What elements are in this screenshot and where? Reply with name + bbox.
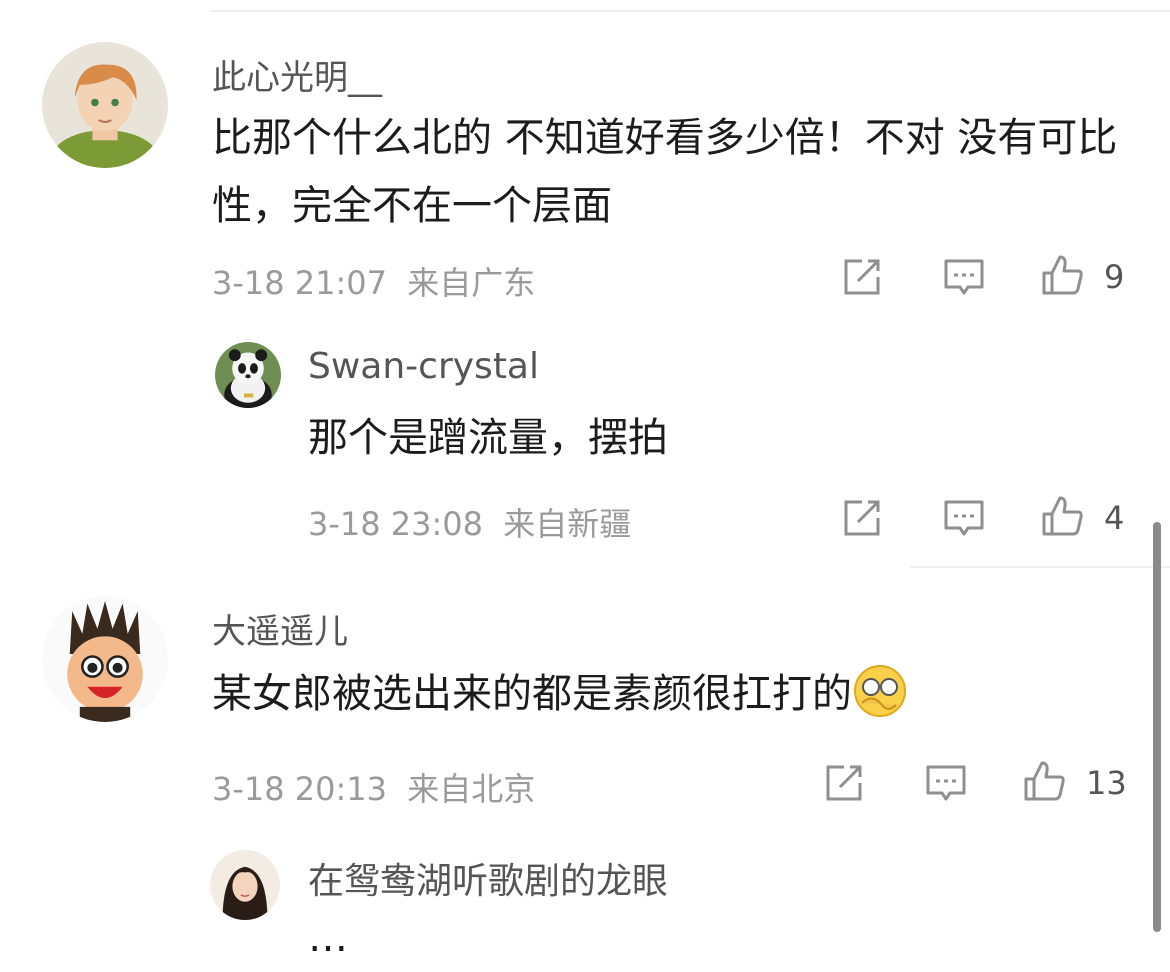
comment-2-username[interactable]: 大遥遥儿 [212, 604, 348, 653]
reply-1-location: 来自新疆 [503, 505, 632, 543]
comment-2-text: 某女郎被选出来的都是素颜很扛打的 [212, 671, 852, 717]
comment-icon [944, 500, 984, 536]
reply-1-time: 3-18 23:08 [308, 505, 484, 543]
avatar-reply-1[interactable] [215, 342, 281, 408]
reply-1-like-button[interactable] [1040, 494, 1084, 538]
divider-top [210, 10, 1170, 12]
reply-1-text: 那个是蹭流量，摆拍 [308, 415, 668, 461]
comment-icon [944, 259, 984, 295]
comment-2-share-button[interactable] [822, 761, 866, 805]
divider-comments [910, 566, 1170, 568]
emoji-covering-face-icon [854, 665, 906, 717]
avatar-user-1[interactable] [42, 42, 168, 168]
comment-1-text: 比那个什么北的 不知道好看多少倍！不对 没有可比性，完全不在一个层面 [212, 115, 1118, 229]
thumbs-up-icon [1042, 496, 1083, 536]
comment-1-like-count: 9 [1104, 258, 1125, 296]
comment-1-time: 3-18 21:07 [212, 264, 388, 302]
comment-2-like-count: 13 [1086, 764, 1127, 802]
avatar-reply-2[interactable] [210, 850, 280, 920]
comment-2-location: 来自北京 [407, 770, 536, 808]
comment-icon [926, 765, 966, 801]
share-icon [844, 500, 880, 536]
comment-1-share-button[interactable] [840, 255, 884, 299]
reply-1-username[interactable]: Swan-crystal [308, 346, 539, 387]
comment-1-location: 来自广东 [407, 264, 536, 302]
comment-1-reply-button[interactable] [942, 255, 986, 299]
reply-2-text: … [308, 915, 348, 961]
comment-2-time: 3-18 20:13 [212, 770, 388, 808]
reply-1-like-count: 4 [1104, 499, 1125, 537]
reply-2-username[interactable]: 在鸳鸯湖听歌剧的龙眼 [308, 852, 668, 904]
thumbs-up-icon [1024, 761, 1065, 801]
comment-2-like-button[interactable] [1022, 759, 1066, 803]
comment-1-username[interactable]: 此心光明__ [212, 50, 382, 99]
comment-2-reply-button[interactable] [924, 761, 968, 805]
reply-1-meta: 3-18 23:08 来自新疆 [308, 499, 631, 545]
comment-1-like-button[interactable] [1040, 253, 1084, 297]
comment-2-text-wrap: 某女郎被选出来的都是素颜很扛打的 [212, 660, 1122, 728]
avatar-user-2[interactable] [42, 596, 168, 722]
reply-1-share-button[interactable] [840, 496, 884, 540]
reply-1-reply-button[interactable] [942, 496, 986, 540]
thumbs-up-icon [1042, 255, 1083, 295]
comment-1-meta: 3-18 21:07 来自广东 [212, 258, 535, 304]
share-icon [844, 259, 880, 295]
share-icon [826, 765, 862, 801]
scrollbar[interactable] [1153, 522, 1161, 932]
comment-2-meta: 3-18 20:13 来自北京 [212, 764, 535, 810]
